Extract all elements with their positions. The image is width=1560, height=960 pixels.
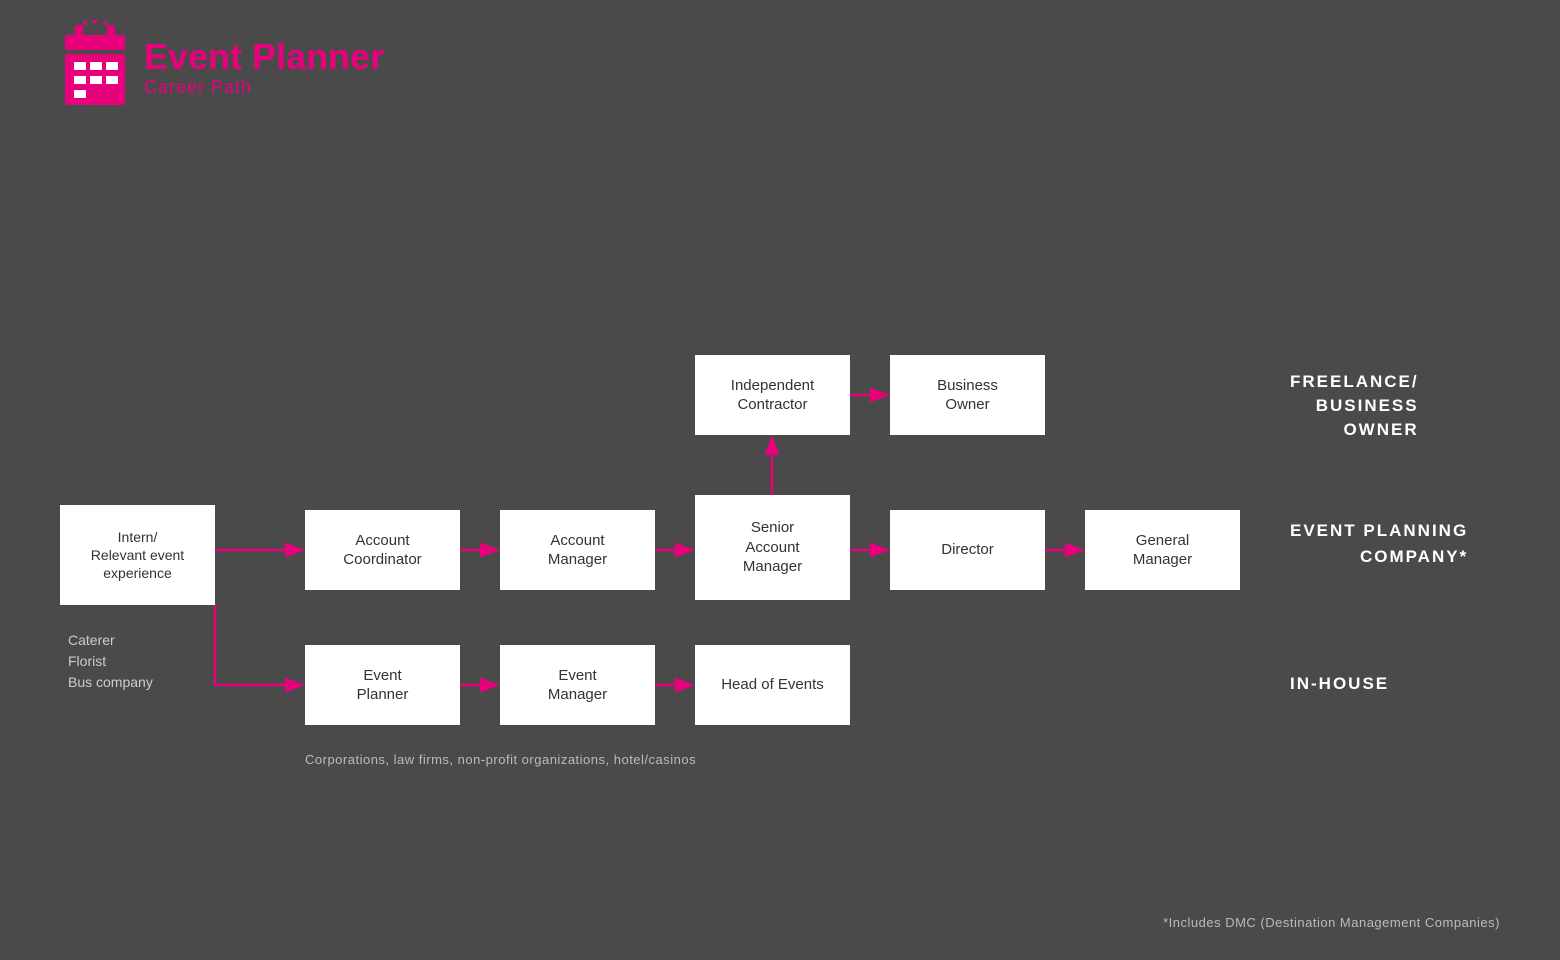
head-of-events-box: Head of Events xyxy=(695,645,850,725)
independent-contractor-box: IndependentContractor xyxy=(695,355,850,435)
page-title: Event Planner xyxy=(144,37,384,77)
freelance-label: FREELANCE/BUSINESSOWNER xyxy=(1290,370,1419,441)
director-box: Director xyxy=(890,510,1045,590)
in-house-label: IN-HOUSE xyxy=(1290,672,1389,696)
business-owner-box: BusinessOwner xyxy=(890,355,1045,435)
career-diagram: Intern/Relevant eventexperience CatererF… xyxy=(0,160,1560,860)
general-manager-box: GeneralManager xyxy=(1085,510,1240,590)
caterer-text: CatererFloristBus company xyxy=(68,630,223,693)
event-planning-label: EVENT PLANNINGCOMPANY* xyxy=(1290,518,1468,569)
event-manager-box: EventManager xyxy=(500,645,655,725)
logo-icon xyxy=(60,20,130,115)
account-coordinator-box: AccountCoordinator xyxy=(305,510,460,590)
dmc-footnote: *Includes DMC (Destination Management Co… xyxy=(1163,915,1500,930)
corporations-footnote: Corporations, law firms, non-profit orga… xyxy=(305,752,696,767)
header-text: Event Planner Career Path xyxy=(144,37,384,98)
account-manager-box: AccountManager xyxy=(500,510,655,590)
header: Event Planner Career Path xyxy=(60,20,384,115)
event-planner-box: EventPlanner xyxy=(305,645,460,725)
page-subtitle: Career Path xyxy=(144,77,384,98)
intern-box: Intern/Relevant eventexperience xyxy=(60,505,215,605)
senior-account-manager-box: SeniorAccountManager xyxy=(695,495,850,600)
